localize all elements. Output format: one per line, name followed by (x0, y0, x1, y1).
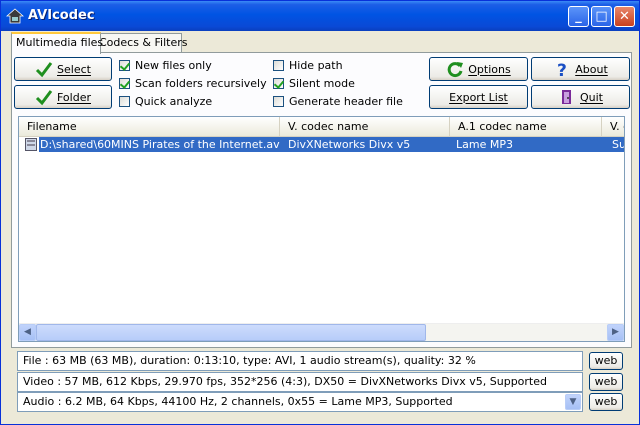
quit-button-label: Quit (580, 90, 603, 104)
checkbox-box (273, 78, 284, 89)
minimize-icon: _ (575, 9, 582, 24)
column-header-filename[interactable]: Filename (19, 117, 280, 136)
checkbox-label: Generate header file (289, 95, 403, 108)
export-list-button[interactable]: Export List (429, 85, 528, 109)
green-refresh-icon (447, 62, 464, 78)
checkbox-scan-recursively[interactable]: Scan folders recursively (119, 76, 267, 91)
checkbox-label: Quick analyze (135, 95, 213, 108)
file-cell-vcodec: DivXNetworks Divx v5 (280, 137, 450, 152)
close-button[interactable]: ✕ (614, 6, 635, 27)
column-header-acodec[interactable]: A.1 codec name (450, 117, 602, 136)
file-cell-filename: D:\shared\60MINS Pirates of the Internet… (39, 137, 281, 152)
quit-button[interactable]: Quit (531, 85, 630, 109)
file-list[interactable]: Filename V. codec name A.1 codec name V.… (18, 116, 625, 342)
options-button[interactable]: Options (429, 57, 528, 81)
chevron-down-icon: ▼ (569, 397, 577, 407)
chevron-right-icon: ▶ (612, 327, 619, 337)
green-checkmark-icon (35, 90, 53, 106)
about-button-label: About (575, 62, 608, 76)
checkbox-label: Scan folders recursively (135, 77, 267, 90)
scroll-right-button[interactable]: ▶ (607, 324, 624, 341)
checkbox-new-files-only[interactable]: New files only (119, 58, 212, 73)
audio-info-select[interactable]: Audio : 6.2 MB, 64 Kbps, 44100 Hz, 2 cha… (17, 392, 583, 412)
app-window: AVIcodec _ □ ✕ Multimedia files Codecs &… (0, 0, 640, 425)
tab-multimedia-files[interactable]: Multimedia files (11, 32, 103, 54)
select-button-label: Select (57, 62, 91, 76)
checkbox-box (119, 60, 130, 71)
dropdown-button[interactable]: ▼ (565, 394, 581, 410)
checkbox-label: Hide path (289, 59, 343, 72)
about-button[interactable]: ? About (531, 57, 630, 81)
title-bar[interactable]: AVIcodec _ □ ✕ (1, 1, 639, 31)
web-button-video[interactable]: web (589, 373, 623, 391)
options-button-label: Options (468, 62, 511, 76)
checkbox-box (119, 78, 130, 89)
scroll-left-button[interactable]: ◀ (19, 324, 36, 341)
folder-button-label: Folder (57, 90, 91, 104)
horizontal-scrollbar[interactable]: ◀ ▶ (19, 323, 624, 341)
file-list-row[interactable]: D:\shared\60MINS Pirates of the Internet… (19, 137, 624, 152)
close-icon: ✕ (619, 9, 630, 24)
tab-codecs-filters[interactable]: Codecs & Filters (94, 33, 187, 52)
chevron-left-icon: ◀ (24, 327, 31, 337)
audio-info-text: Audio : 6.2 MB, 64 Kbps, 44100 Hz, 2 cha… (23, 395, 453, 408)
multimedia-files-panel: Select Folder New files only Scan folder… (11, 52, 632, 348)
window-title: AVIcodec (28, 8, 95, 23)
minimize-button[interactable]: _ (568, 6, 589, 27)
green-checkmark-icon (35, 62, 53, 78)
file-cell-acodec: Lame MP3 (450, 137, 602, 152)
checkbox-generate-header[interactable]: Generate header file (273, 94, 403, 109)
maximize-icon: □ (595, 9, 608, 24)
select-button[interactable]: Select (14, 57, 112, 81)
file-list-header: Filename V. codec name A.1 codec name V.… (19, 117, 624, 137)
checkbox-label: New files only (135, 59, 212, 72)
web-button-audio[interactable]: web (589, 393, 623, 411)
avicodec-logo-icon (6, 8, 24, 24)
file-info-field: File : 63 MB (63 MB), duration: 0:13:10,… (17, 351, 583, 371)
checkbox-hide-path[interactable]: Hide path (273, 58, 343, 73)
checkbox-box (273, 60, 284, 71)
column-header-vc[interactable]: V. c (602, 117, 624, 136)
checkbox-box (119, 96, 130, 107)
video-info-field: Video : 57 MB, 612 Kbps, 29.970 fps, 352… (17, 372, 583, 392)
checkbox-label: Silent mode (289, 77, 355, 90)
scrollbar-thumb[interactable] (36, 324, 426, 341)
checkbox-box (273, 96, 284, 107)
export-list-button-label: Export List (449, 90, 508, 104)
door-exit-icon (562, 90, 571, 104)
blue-question-icon: ? (557, 61, 567, 78)
folder-button[interactable]: Folder (14, 85, 112, 109)
file-cell-extra: Su (602, 137, 624, 152)
web-button-file[interactable]: web (589, 352, 623, 370)
checkbox-silent-mode[interactable]: Silent mode (273, 76, 355, 91)
avi-file-icon (25, 138, 37, 151)
column-header-vcodec[interactable]: V. codec name (280, 117, 450, 136)
checkbox-quick-analyze[interactable]: Quick analyze (119, 94, 212, 109)
maximize-button[interactable]: □ (591, 6, 612, 27)
svg-text:?: ? (557, 61, 567, 78)
